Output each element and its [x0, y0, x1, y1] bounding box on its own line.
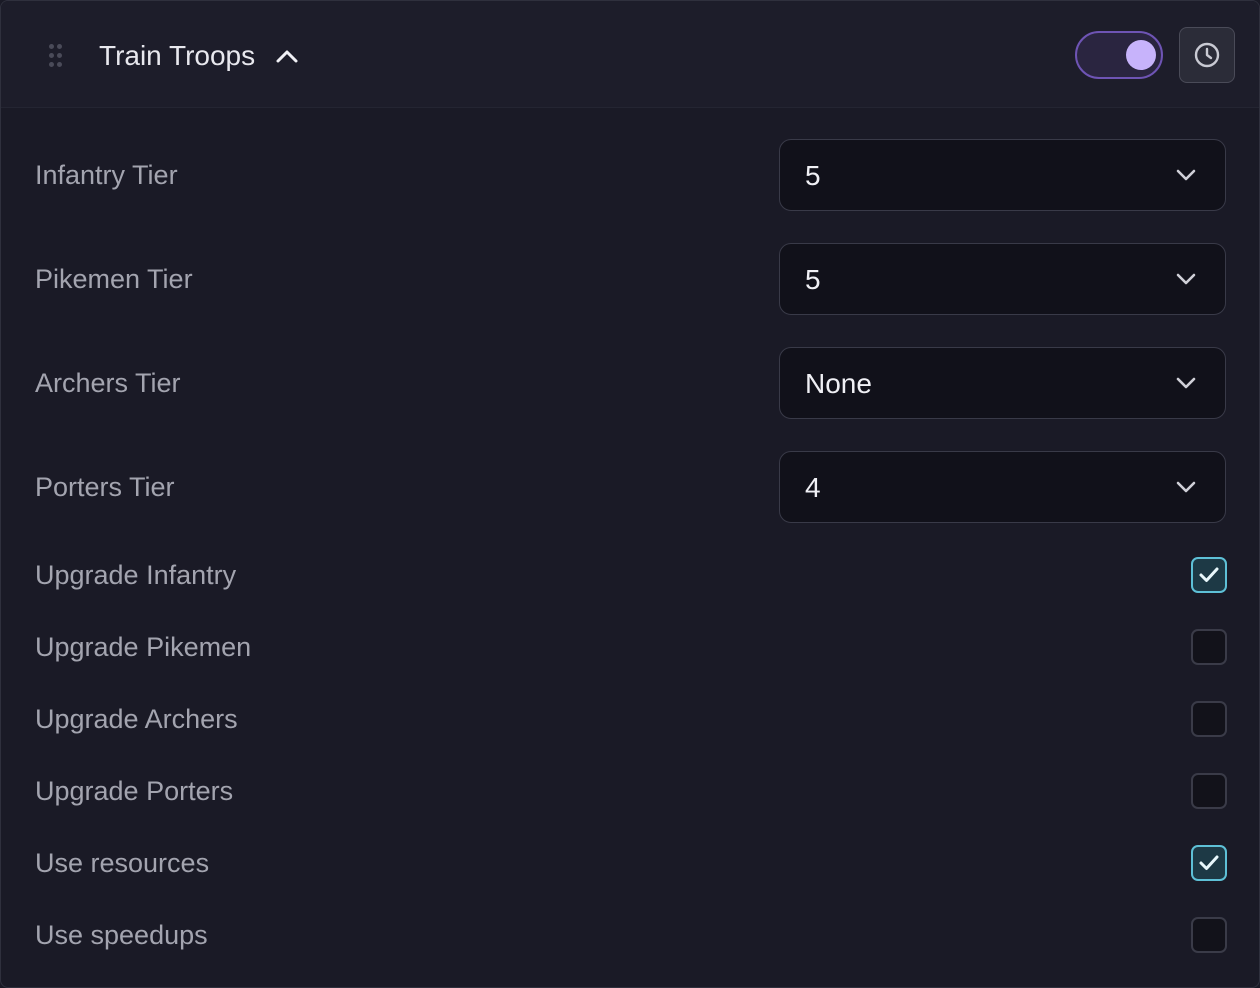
- drag-handle-icon[interactable]: [49, 44, 63, 68]
- pikemen-tier-select[interactable]: 5: [779, 243, 1226, 315]
- use-resources-checkbox[interactable]: [1191, 845, 1227, 881]
- upgrade-pikemen-checkbox[interactable]: [1191, 629, 1227, 665]
- infantry-tier-label: Infantry Tier: [35, 160, 178, 190]
- pikemen-tier-label: Pikemen Tier: [35, 264, 193, 294]
- use-speedups-label: Use speedups: [35, 920, 208, 950]
- chevron-up-icon[interactable]: [274, 45, 300, 67]
- porters-tier-select[interactable]: 4: [779, 451, 1226, 523]
- chevron-down-icon: [1176, 377, 1196, 389]
- upgrade-archers-checkbox[interactable]: [1191, 701, 1227, 737]
- chevron-down-icon: [1176, 481, 1196, 493]
- panel-title: Train Troops: [99, 40, 256, 71]
- use-speedups-checkbox[interactable]: [1191, 917, 1227, 953]
- enable-toggle[interactable]: [1075, 31, 1163, 79]
- checkmark-icon: [1199, 567, 1219, 582]
- chevron-down-icon: [1176, 169, 1196, 181]
- select-value: 4: [805, 472, 821, 503]
- archers-tier-label: Archers Tier: [35, 368, 181, 398]
- select-value: 5: [805, 160, 821, 191]
- upgrade-infantry-checkbox[interactable]: [1191, 557, 1227, 593]
- use-resources-label: Use resources: [35, 848, 210, 878]
- upgrade-porters-checkbox[interactable]: [1191, 773, 1227, 809]
- clock-icon: [1194, 42, 1220, 68]
- panel-header: Train Troops: [1, 1, 1259, 108]
- upgrade-infantry-label: Upgrade Infantry: [35, 560, 237, 590]
- select-value: None: [805, 368, 872, 399]
- upgrade-porters-label: Upgrade Porters: [35, 776, 234, 806]
- chevron-down-icon: [1176, 273, 1196, 285]
- archers-tier-select[interactable]: None: [779, 347, 1226, 419]
- porters-tier-label: Porters Tier: [35, 472, 175, 502]
- train-troops-panel: Train Troops Infantry Tier 5 Pikemen Tie…: [0, 0, 1260, 988]
- infantry-tier-select[interactable]: 5: [779, 139, 1226, 211]
- checkmark-icon: [1199, 855, 1219, 870]
- upgrade-pikemen-label: Upgrade Pikemen: [35, 632, 252, 662]
- select-value: 5: [805, 264, 821, 295]
- toggle-knob: [1126, 40, 1156, 70]
- history-button[interactable]: [1179, 27, 1235, 83]
- upgrade-archers-label: Upgrade Archers: [35, 704, 238, 734]
